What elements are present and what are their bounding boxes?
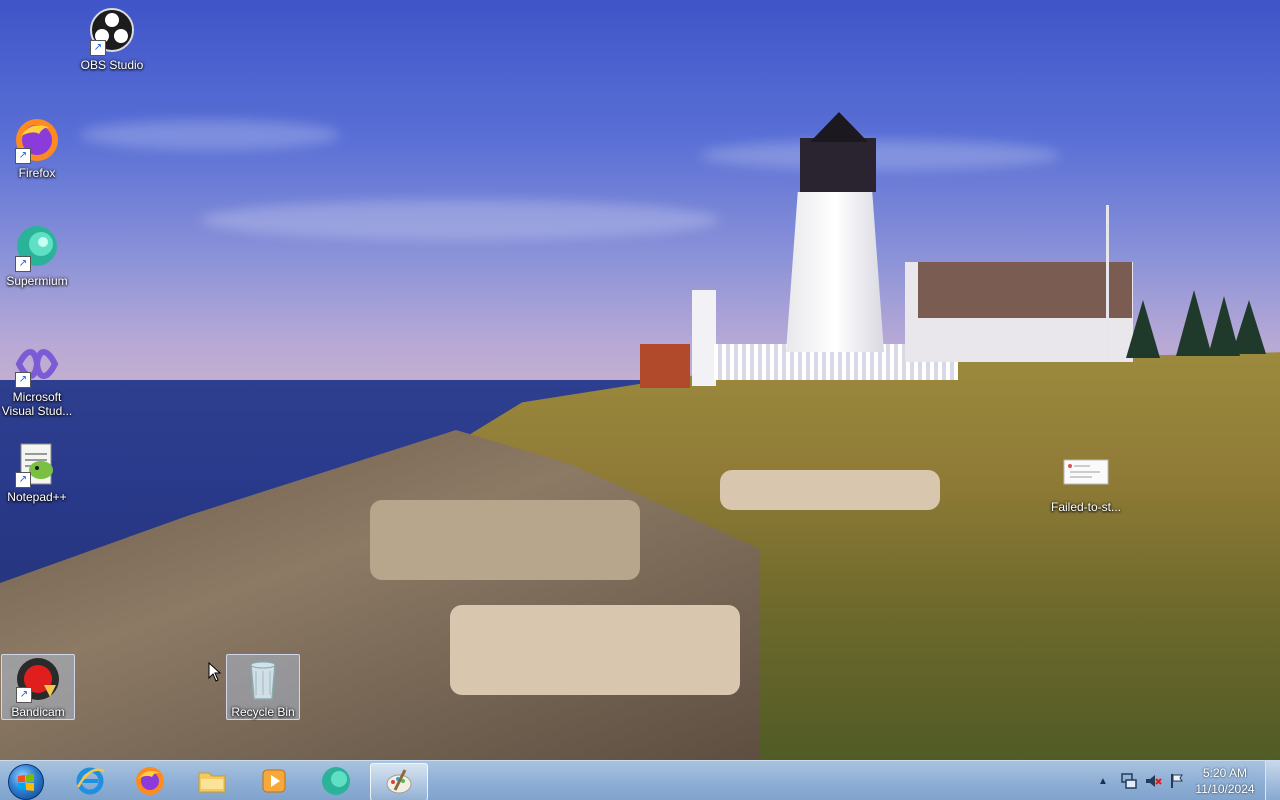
- show-desktop-button[interactable]: [1265, 761, 1280, 800]
- shortcut-arrow-icon: ↗: [15, 256, 31, 272]
- desktop-icon-supermium[interactable]: ↗ Supermium: [1, 224, 73, 288]
- shortcut-arrow-icon: ↗: [15, 372, 31, 388]
- taskbar-file-explorer[interactable]: [184, 763, 240, 799]
- desktop-icon-visual-studio[interactable]: ↗ Microsoft Visual Stud...: [1, 340, 73, 418]
- shortcut-arrow-icon: ↗: [90, 40, 106, 56]
- internet-explorer-icon: [76, 767, 105, 795]
- desktop-icon-failed-to-start-image[interactable]: Failed-to-st...: [1050, 450, 1122, 514]
- wallpaper-roof: [918, 262, 1132, 318]
- desktop-icon-firefox[interactable]: ↗ Firefox: [1, 116, 73, 180]
- supermium-icon: ↗: [13, 224, 61, 272]
- notepad-plus-plus-icon: ↗: [13, 440, 61, 488]
- desktop-icon-notepad-plus-plus[interactable]: ↗ Notepad++: [1, 440, 73, 504]
- image-file-icon: [1062, 450, 1110, 498]
- system-tray: ▲: [1098, 761, 1186, 800]
- media-player-icon: [262, 769, 286, 793]
- shortcut-arrow-icon: ↗: [15, 472, 31, 488]
- desktop-icon-label: Firefox: [18, 166, 56, 180]
- desktop[interactable]: ↗ OBS Studio ↗ Firefox ↗ Supermium ↗ Mic…: [0, 0, 1280, 760]
- desktop-icon-label: Notepad++: [7, 490, 67, 504]
- wallpaper-rock: [370, 500, 640, 580]
- desktop-icon-label: Recycle Bin: [231, 705, 295, 719]
- wallpaper-flagpole: [1106, 205, 1109, 360]
- clock-date: 11/10/2024: [1195, 782, 1255, 796]
- volume-muted-icon[interactable]: [1144, 772, 1162, 790]
- desktop-icon-obs-studio[interactable]: ↗ OBS Studio: [76, 8, 148, 72]
- wallpaper-cloud: [80, 120, 340, 150]
- wallpaper-rock: [720, 470, 940, 510]
- wallpaper-lighthouse-lantern: [800, 138, 876, 192]
- clock[interactable]: 5:20 AM 11/10/2024: [1190, 765, 1260, 797]
- windows-start-icon: [8, 764, 44, 800]
- wallpaper-cloud: [700, 140, 1060, 170]
- taskbar: ▲ 5:20 AM 11/10/2024: [0, 760, 1280, 800]
- desktop-icon-recycle-bin[interactable]: Recycle Bin: [226, 654, 300, 720]
- wallpaper-lighthouse: [786, 192, 884, 352]
- wallpaper-rock: [450, 605, 740, 695]
- taskbar-internet-explorer[interactable]: [62, 763, 118, 799]
- taskbar-paint[interactable]: [370, 763, 428, 800]
- wallpaper-chimney: [692, 290, 716, 386]
- taskbar-firefox[interactable]: [122, 763, 178, 799]
- desktop-icon-label: Bandicam: [11, 705, 65, 719]
- taskbar-supermium[interactable]: [308, 763, 364, 799]
- firefox-icon: [136, 767, 164, 795]
- wallpaper-shed: [640, 344, 690, 388]
- desktop-icon-label: Failed-to-st...: [1050, 500, 1122, 514]
- taskbar-media-player[interactable]: [246, 763, 302, 799]
- supermium-icon: [322, 767, 350, 795]
- firefox-icon: ↗: [13, 116, 61, 164]
- start-button[interactable]: [6, 763, 46, 800]
- shortcut-arrow-icon: ↗: [16, 687, 32, 703]
- network-icon[interactable]: [1120, 772, 1138, 790]
- visual-studio-icon: ↗: [13, 340, 61, 388]
- desktop-icon-label: OBS Studio: [80, 58, 144, 72]
- paint-icon: [386, 769, 412, 794]
- bandicam-icon: ↗: [14, 655, 62, 703]
- chevron-up-icon[interactable]: ▲: [1098, 776, 1108, 787]
- desktop-icon-label: Microsoft Visual Stud...: [1, 390, 73, 418]
- wallpaper-cloud: [200, 200, 720, 240]
- desktop-icon-label: Supermium: [6, 274, 68, 288]
- shortcut-arrow-icon: ↗: [15, 148, 31, 164]
- clock-time: 5:20 AM: [1202, 766, 1248, 780]
- obs-icon: ↗: [88, 8, 136, 56]
- recycle-bin-icon: [239, 655, 287, 703]
- desktop-icon-bandicam[interactable]: ↗ Bandicam: [1, 654, 75, 720]
- folder-icon: [198, 772, 226, 793]
- action-center-flag-icon[interactable]: [1168, 772, 1186, 790]
